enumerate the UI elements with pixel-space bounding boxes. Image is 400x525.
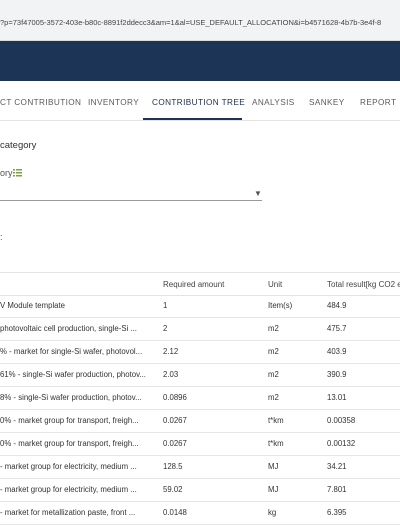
- table-row[interactable]: - market group for electricity, medium .…: [0, 478, 400, 502]
- row-amount: 2: [163, 324, 168, 333]
- table-row[interactable]: V Module template 1 Item(s) 484.9: [0, 294, 400, 318]
- row-result: 7.801: [327, 485, 347, 494]
- category-select[interactable]: [0, 200, 262, 201]
- row-amount: 0.0267: [163, 439, 187, 448]
- header-total-result[interactable]: Total result[kg CO2 e: [327, 280, 400, 289]
- row-amount: 2.12: [163, 347, 179, 356]
- row-amount: 2.03: [163, 370, 179, 379]
- row-name: - market group for electricity, medium .…: [0, 462, 137, 471]
- row-amount: 0.0267: [163, 416, 187, 425]
- url-text[interactable]: ?p=73f47005-3572-403e-b80c-8891f2ddecc3&…: [0, 18, 381, 27]
- row-unit: MJ: [268, 485, 279, 494]
- row-unit: t*km: [268, 439, 284, 448]
- list-icon[interactable]: [13, 169, 22, 177]
- dropdown-arrow-icon[interactable]: ▼: [254, 189, 262, 198]
- row-result: 403.9: [327, 347, 347, 356]
- row-unit: m2: [268, 393, 279, 402]
- row-name: 0% - market group for transport, freigh.…: [0, 416, 139, 425]
- row-name: - market group for electricity, medium .…: [0, 485, 137, 494]
- row-result: 390.9: [327, 370, 347, 379]
- row-result: 0.00132: [327, 439, 356, 448]
- tab-contribution-tree[interactable]: CONTRIBUTION TREE: [152, 98, 245, 107]
- row-unit: m2: [268, 347, 279, 356]
- row-unit: t*km: [268, 416, 284, 425]
- row-result: 484.9: [327, 301, 347, 310]
- row-result: 0.00358: [327, 416, 356, 425]
- table-row[interactable]: 0% - market group for transport, freigh.…: [0, 432, 400, 456]
- row-name: 8% - single-Si wafer production, photov.…: [0, 393, 142, 402]
- row-name: 0% - market group for transport, freigh.…: [0, 439, 139, 448]
- tab-sankey[interactable]: SANKEY: [309, 98, 345, 107]
- row-amount: 59.02: [163, 485, 183, 494]
- row-unit: Item(s): [268, 301, 293, 310]
- tab-contribution[interactable]: CT CONTRIBUTION: [0, 98, 81, 107]
- table-row[interactable]: % - market for single-Si wafer, photovol…: [0, 340, 400, 364]
- table-row[interactable]: 61% - single-Si wafer production, photov…: [0, 363, 400, 387]
- row-result: 475.7: [327, 324, 347, 333]
- row-amount: 1: [163, 301, 168, 310]
- table-row[interactable]: 8% - single-Si wafer production, photov.…: [0, 386, 400, 410]
- table-row[interactable]: - market for metallization paste, front …: [0, 501, 400, 525]
- row-amount: 128.5: [163, 462, 183, 471]
- row-name: % - market for single-Si wafer, photovol…: [0, 347, 143, 356]
- row-name: photovoltaic cell production, single-Si …: [0, 324, 137, 333]
- table-header: Required amount Unit Total result[kg CO2…: [0, 272, 400, 296]
- tab-inventory[interactable]: INVENTORY: [88, 98, 139, 107]
- row-name: 61% - single-Si wafer production, photov…: [0, 370, 146, 379]
- tab-bar: CT CONTRIBUTION INVENTORY CONTRIBUTION T…: [0, 90, 400, 121]
- active-tab-indicator: [143, 118, 242, 120]
- row-result: 34.21: [327, 462, 347, 471]
- table-row[interactable]: photovoltaic cell production, single-Si …: [0, 317, 400, 341]
- browser-address-bar[interactable]: ?p=73f47005-3572-403e-b80c-8891f2ddecc3&…: [0, 0, 400, 41]
- row-unit: MJ: [268, 462, 279, 471]
- table-row[interactable]: 0% - market group for transport, freigh.…: [0, 409, 400, 433]
- table-row[interactable]: - market group for electricity, medium .…: [0, 455, 400, 479]
- row-name: V Module template: [0, 301, 66, 310]
- row-unit: m2: [268, 370, 279, 379]
- tab-analysis[interactable]: ANALYSIS: [252, 98, 295, 107]
- section-label: :: [0, 232, 3, 242]
- row-unit: m2: [268, 324, 279, 333]
- tab-report[interactable]: REPORT: [360, 98, 396, 107]
- row-result: 13.01: [327, 393, 347, 402]
- app-header-bar: [0, 41, 400, 81]
- header-required-amount[interactable]: Required amount: [163, 280, 224, 289]
- category-label: ory: [0, 168, 13, 178]
- header-unit[interactable]: Unit: [268, 280, 282, 289]
- section-heading: category: [0, 140, 37, 151]
- row-amount: 0.0896: [163, 393, 187, 402]
